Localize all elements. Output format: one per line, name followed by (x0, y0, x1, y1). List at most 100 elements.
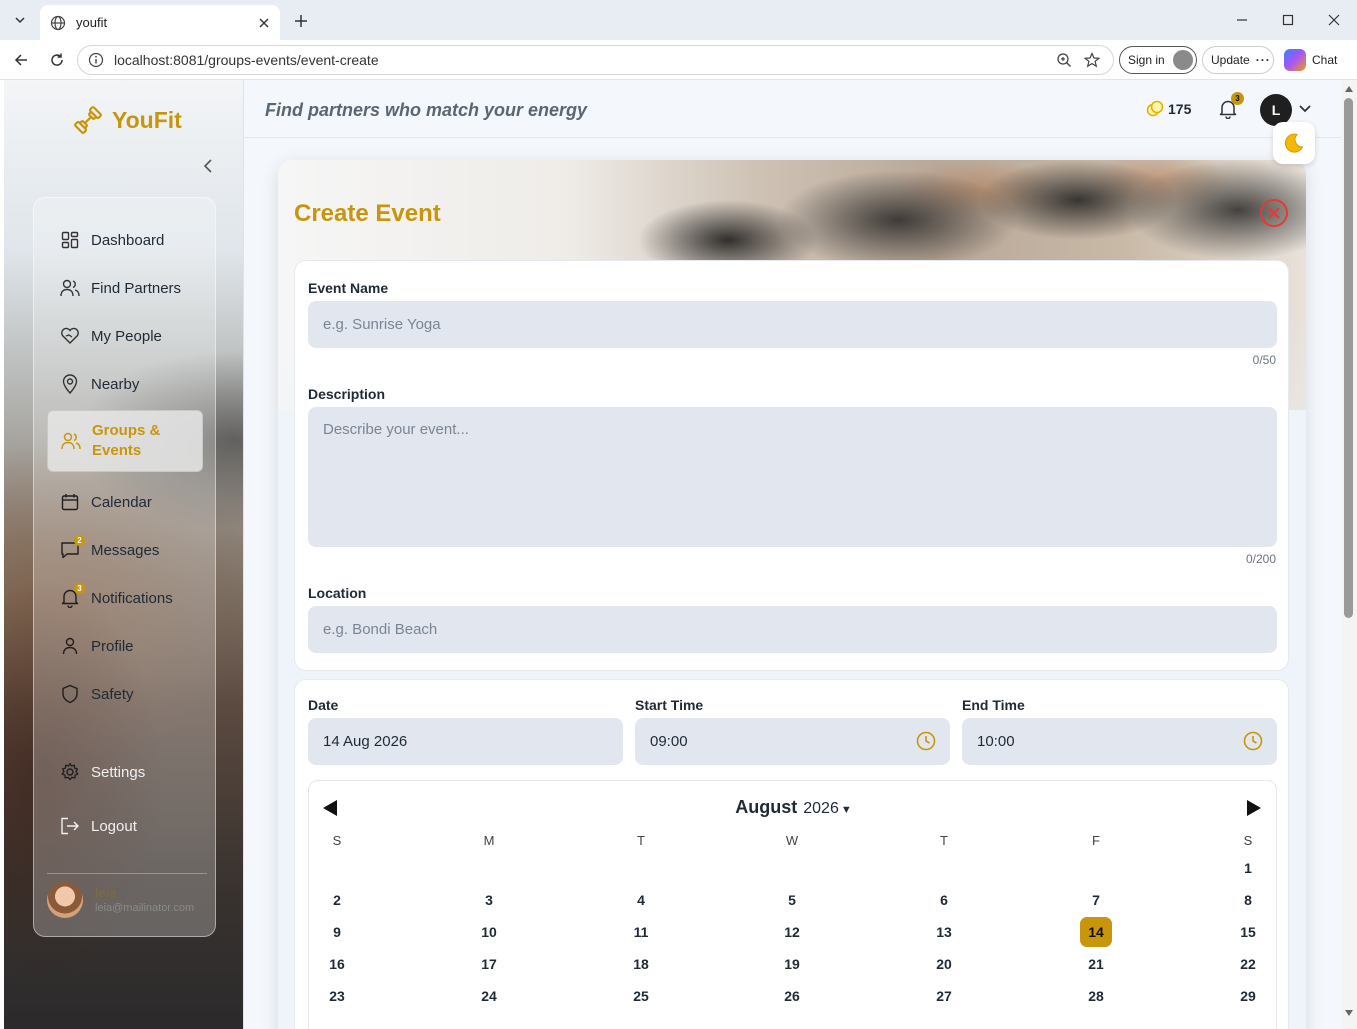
end-time-input[interactable]: 10:00 (962, 718, 1277, 765)
calendar-day[interactable]: 9 (321, 917, 353, 947)
calendar-day[interactable]: 6 (928, 885, 960, 915)
chat-label: Chat (1312, 53, 1338, 67)
date-picker-calendar: August 2026 ▼ SMTWTFS 1 2 3 4 5 6 7 8 9 10 11 12 13 14 1… (308, 780, 1277, 1029)
description-textarea[interactable] (308, 407, 1277, 547)
calendar-day[interactable]: 29 (1232, 981, 1264, 1011)
collapse-sidebar-button[interactable] (200, 156, 216, 176)
update-label: Update (1211, 53, 1250, 67)
sidebar: YouFit Dashboard Find Partners My People… (4, 80, 244, 1029)
chat-button[interactable]: Chat (1284, 46, 1350, 74)
calendar-day[interactable]: 11 (625, 917, 657, 947)
url-text[interactable]: localhost:8081/groups-events/event-creat… (114, 52, 1047, 68)
calendar-day[interactable]: 22 (1232, 949, 1264, 979)
chevron-down-icon (15, 17, 25, 24)
shield-icon (59, 683, 81, 705)
calendar-day[interactable]: 25 (625, 981, 657, 1011)
calendar-icon (59, 491, 81, 513)
calendar-day[interactable]: 15 (1232, 917, 1264, 947)
calendar-day[interactable]: 18 (625, 949, 657, 979)
sidebar-item-safety[interactable]: Safety (47, 672, 203, 716)
scroll-down-button[interactable] (1344, 1008, 1354, 1018)
browser-tab[interactable]: youfit (40, 5, 280, 40)
sidebar-item-calendar[interactable]: Calendar (47, 480, 203, 524)
event-name-input[interactable] (308, 301, 1277, 348)
reload-button[interactable] (44, 47, 70, 73)
year-dropdown-icon[interactable]: ▼ (841, 804, 852, 816)
sidebar-item-notifications[interactable]: 3 Notifications (47, 576, 203, 620)
calendar-day[interactable]: 19 (776, 949, 808, 979)
calendar-day[interactable]: 5 (776, 885, 808, 915)
calendar-day[interactable]: 28 (1080, 981, 1112, 1011)
sidebar-item-messages[interactable]: 2 Messages (47, 528, 203, 572)
calendar-year-select[interactable]: 2026 (803, 800, 839, 817)
back-button[interactable] (8, 47, 34, 73)
sidebar-item-find-partners[interactable]: Find Partners (47, 266, 203, 310)
sign-in-button[interactable]: Sign in (1119, 46, 1197, 74)
user-icon (59, 635, 81, 657)
sidebar-item-my-people[interactable]: My People (47, 314, 203, 358)
scroll-up-button[interactable] (1344, 84, 1354, 94)
star-icon (1084, 52, 1100, 68)
close-tab-icon[interactable] (258, 17, 270, 29)
sidebar-item-settings[interactable]: Settings (47, 750, 203, 794)
sidebar-user-card[interactable]: leia leia@mailinator.com (47, 873, 207, 925)
new-tab-button[interactable] (288, 8, 314, 34)
update-button[interactable]: Update ··· (1202, 46, 1274, 74)
bookmark-button[interactable] (1081, 49, 1103, 71)
next-month-button[interactable] (1245, 799, 1263, 817)
coins-icon (1146, 100, 1164, 118)
sidebar-item-dashboard[interactable]: Dashboard (47, 218, 203, 262)
date-input[interactable]: 14 Aug 2026 (308, 718, 623, 765)
scrollbar-thumb[interactable] (1344, 98, 1353, 618)
calendar-day[interactable]: 10 (473, 917, 505, 947)
weekday-header: F (1092, 833, 1100, 848)
location-input[interactable] (308, 606, 1277, 653)
avatar (47, 881, 83, 918)
event-name-counter: 0/50 (1252, 353, 1276, 367)
more-icon: ··· (1255, 53, 1271, 67)
sidebar-item-groups-events[interactable]: Groups & Events (47, 410, 203, 472)
maximize-button[interactable] (1270, 6, 1306, 34)
profile-avatar-icon (1173, 50, 1193, 70)
calendar-day[interactable]: 24 (473, 981, 505, 1011)
calendar-day-selected[interactable]: 14 (1080, 917, 1112, 947)
weekday-header: W (785, 833, 799, 848)
calendar-day[interactable]: 16 (321, 949, 353, 979)
calendar-day[interactable]: 3 (473, 885, 505, 915)
start-time-input[interactable]: 09:00 (635, 718, 950, 765)
close-icon (1328, 14, 1340, 26)
sidebar-item-profile[interactable]: Profile (47, 624, 203, 668)
user-menu-toggle[interactable] (1298, 102, 1312, 116)
calendar-day[interactable]: 8 (1232, 885, 1264, 915)
info-icon[interactable] (88, 52, 104, 68)
calendar-day[interactable]: 4 (625, 885, 657, 915)
calendar-day[interactable]: 13 (928, 917, 960, 947)
tab-search-button[interactable] (6, 6, 34, 34)
sidebar-item-label: Messages (91, 541, 160, 559)
theme-toggle-button[interactable] (1273, 122, 1315, 164)
calendar-day[interactable]: 20 (928, 949, 960, 979)
calendar-day[interactable]: 17 (473, 949, 505, 979)
calendar-day[interactable]: 21 (1080, 949, 1112, 979)
calendar-day[interactable]: 27 (928, 981, 960, 1011)
calendar-day[interactable]: 7 (1080, 885, 1112, 915)
calendar-day[interactable]: 12 (776, 917, 808, 947)
minimize-button[interactable] (1224, 6, 1260, 34)
maximize-icon (1282, 14, 1294, 26)
sidebar-item-logout[interactable]: Logout (47, 804, 203, 848)
sidebar-item-nearby[interactable]: Nearby (47, 362, 203, 406)
calendar-day[interactable]: 2 (321, 885, 353, 915)
address-bar[interactable]: localhost:8081/groups-events/event-creat… (77, 45, 1114, 75)
sidebar-item-label: Logout (91, 817, 137, 835)
brand-logo[interactable]: YouFit (72, 104, 182, 136)
close-form-button[interactable] (1259, 198, 1289, 228)
calendar-day[interactable]: 26 (776, 981, 808, 1011)
zoom-button[interactable] (1053, 49, 1075, 71)
dumbbell-icon (72, 104, 104, 136)
close-window-button[interactable] (1316, 6, 1352, 34)
points-display[interactable]: 175 (1146, 100, 1191, 118)
calendar-day[interactable]: 23 (321, 981, 353, 1011)
app-root: YouFit Dashboard Find Partners My People… (4, 80, 1357, 1029)
calendar-day[interactable]: 1 (1232, 853, 1264, 883)
end-time-value: 10:00 (977, 733, 1015, 750)
